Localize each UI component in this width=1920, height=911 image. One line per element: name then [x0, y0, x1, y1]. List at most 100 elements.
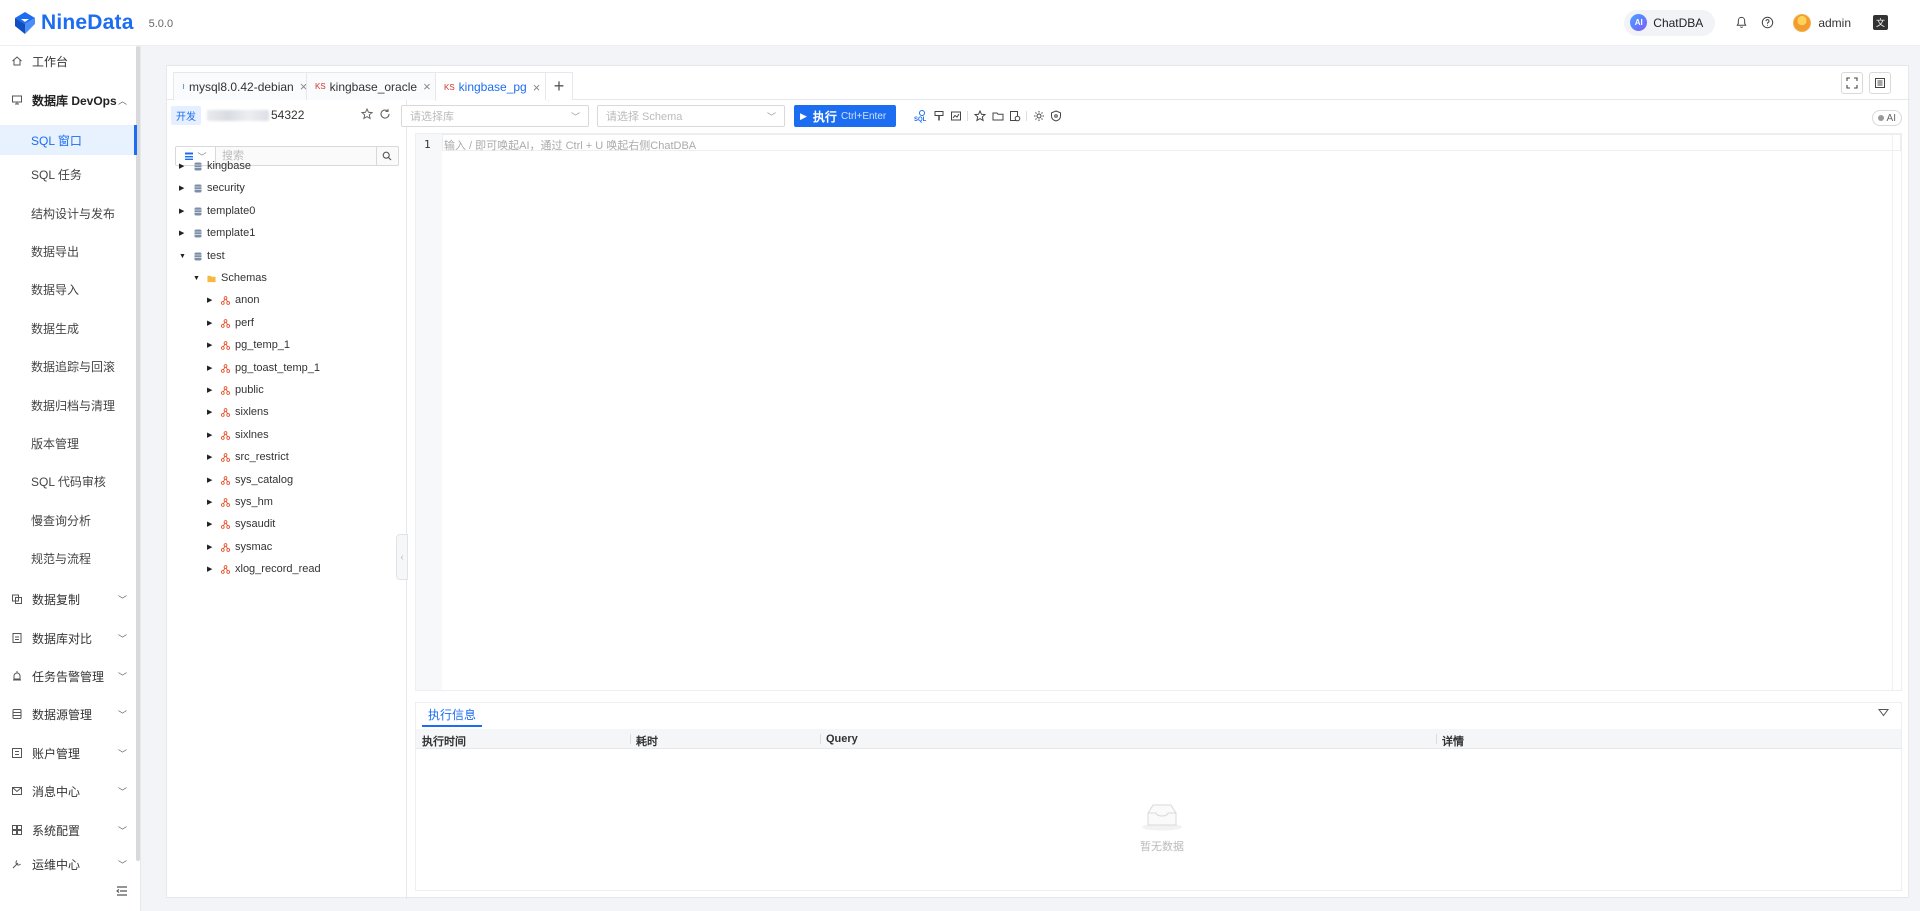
caret-right-icon[interactable]: ▶ [207, 498, 215, 506]
sidebar-subitem-version-mgmt[interactable]: 版本管理 [0, 428, 137, 458]
tree-node-schema[interactable]: ▶ sysaudit [207, 515, 275, 533]
bell-icon[interactable] [1733, 15, 1749, 31]
schema-icon [221, 295, 230, 305]
sidebar-item-replication[interactable]: 数据复制 ﹀ [0, 587, 137, 611]
tree-node-schema[interactable]: ▶ src_restrict [207, 448, 289, 466]
execute-button[interactable]: ▶ 执行 Ctrl+Enter [794, 105, 896, 127]
fullscreen-button[interactable] [1841, 72, 1863, 94]
tree-node-folder[interactable]: ▼ Schemas [193, 269, 267, 287]
add-tab-button[interactable]: + [545, 72, 573, 100]
caret-right-icon[interactable]: ▶ [207, 431, 215, 439]
folder-icon[interactable] [991, 109, 1005, 123]
gear-icon[interactable] [1032, 109, 1046, 123]
tab-execution-info[interactable]: 执行信息 [422, 703, 483, 727]
favorite-icon[interactable] [973, 109, 987, 123]
sidebar-item-datasource[interactable]: 数据源管理 ﹀ [0, 702, 137, 726]
shield-icon[interactable] [1049, 109, 1063, 123]
caret-right-icon[interactable]: ▶ [207, 364, 215, 372]
sidebar-subitem-data-generation[interactable]: 数据生成 [0, 313, 137, 343]
sidebar-subitem-sql-review[interactable]: SQL 代码审核 [0, 466, 137, 496]
tree-node-schema[interactable]: ▶ perf [207, 314, 254, 332]
caret-right-icon[interactable]: ▶ [207, 296, 215, 304]
tree-node-database[interactable]: ▶ kingbase [179, 157, 251, 175]
caret-down-icon[interactable]: ▼ [179, 253, 187, 260]
explain-chart-icon[interactable] [949, 109, 963, 123]
caret-right-icon[interactable]: ▶ [179, 229, 187, 237]
sidebar-item-ops-center[interactable]: 运维中心 ﹀ [0, 857, 137, 871]
sidebar-subitem-data-export[interactable]: 数据导出 [0, 236, 137, 266]
sidebar-item-label: 数据库对比 [32, 631, 93, 646]
caret-right-icon[interactable]: ▶ [207, 543, 215, 551]
history-icon[interactable] [1008, 109, 1022, 123]
search-button[interactable] [376, 147, 396, 165]
schema-select[interactable]: 请选择 Schema ﹀ [597, 105, 785, 127]
sidebar-subitem-sql-window[interactable]: SQL 窗口 [0, 125, 137, 155]
caret-right-icon[interactable]: ▶ [207, 386, 215, 394]
sidebar-item-label: 数据复制 [32, 592, 81, 607]
language-switch-icon[interactable]: 文 [1873, 15, 1888, 30]
tree-node-schema[interactable]: ▶ anon [207, 291, 259, 309]
close-icon[interactable]: × [423, 79, 431, 94]
sidebar-subitem-slow-query[interactable]: 慢查询分析 [0, 505, 137, 535]
sidebar-subitem-sql-task[interactable]: SQL 任务 [0, 159, 137, 189]
tab-kingbase-oracle[interactable]: KS kingbase_oracle × [306, 72, 440, 100]
tree-node-schema[interactable]: ▶ pg_toast_temp_1 [207, 359, 320, 377]
sidebar-subitem-data-tracking[interactable]: 数据追踪与回滚 [0, 351, 137, 381]
sidebar-subitem-data-import[interactable]: 数据导入 [0, 274, 137, 304]
caret-right-icon[interactable]: ▶ [179, 162, 187, 170]
tree-node-schema[interactable]: ▶ sys_hm [207, 493, 273, 511]
connection-row[interactable]: 开发 54322 [167, 100, 407, 130]
caret-right-icon[interactable]: ▶ [207, 476, 215, 484]
app-logo[interactable]: NineData [12, 10, 134, 36]
sidebar-subitem-standards[interactable]: 规范与流程 [0, 543, 137, 573]
tree-node-schema[interactable]: ▶ pg_temp_1 [207, 336, 290, 354]
sidebar-subitem-schema-design[interactable]: 结构设计与发布 [0, 198, 137, 228]
editor-scrollbar[interactable] [1892, 134, 1901, 690]
caret-right-icon[interactable]: ▶ [179, 184, 187, 192]
sql-editor[interactable]: 1 输入 / 即可唤起AI，通过 Ctrl + U 唤起右侧ChatDBA [415, 133, 1902, 691]
tree-node-schema[interactable]: ▶ sys_catalog [207, 471, 293, 489]
sidebar-item-workbench[interactable]: 工作台 [0, 49, 137, 73]
tree-node-database[interactable]: ▶ template0 [179, 202, 255, 220]
help-icon[interactable] [1759, 15, 1775, 31]
sidebar-item-system-config[interactable]: 系统配置 ﹀ [0, 818, 137, 842]
sidebar-item-messages[interactable]: 消息中心 ﹀ [0, 779, 137, 803]
caret-right-icon[interactable]: ▶ [179, 207, 187, 215]
refresh-icon[interactable] [379, 108, 391, 123]
sidebar-item-alerts[interactable]: 任务告警管理 ﹀ [0, 664, 137, 688]
panel-toggle-button[interactable] [1869, 72, 1891, 94]
ai-toggle-switch[interactable]: AI [1871, 110, 1902, 126]
tab-kingbase-pg[interactable]: KS kingbase_pg × [435, 72, 550, 101]
sidebar-item-devops[interactable]: 数据库 DevOps ︿ [0, 88, 137, 112]
star-icon[interactable] [360, 107, 374, 123]
caret-right-icon[interactable]: ▶ [207, 341, 215, 349]
tree-node-schema[interactable]: ▶ sysmac [207, 538, 272, 556]
caret-right-icon[interactable]: ▶ [207, 319, 215, 327]
tree-node-schema[interactable]: ▶ public [207, 381, 264, 399]
database-select[interactable]: 请选择库 ﹀ [401, 105, 589, 127]
sidebar-subitem-data-archive[interactable]: 数据归档与清理 [0, 390, 137, 420]
user-menu[interactable]: admin [1793, 13, 1851, 32]
caret-right-icon[interactable]: ▶ [207, 520, 215, 528]
tab-mysql[interactable]: ≀ mysql8.0.42-debian × [173, 72, 317, 100]
tree-node-schema[interactable]: ▶ sixlnes [207, 426, 269, 444]
caret-right-icon[interactable]: ▶ [207, 408, 215, 416]
caret-down-icon[interactable]: ▼ [193, 275, 201, 282]
panel-resize-handle[interactable]: ‹ [396, 534, 408, 580]
sidebar-item-compare[interactable]: 数据库对比 ﹀ [0, 626, 137, 650]
caret-right-icon[interactable]: ▶ [207, 453, 215, 461]
collapse-panel-icon[interactable] [1878, 707, 1889, 721]
tree-node-schema[interactable]: ▶ xlog_record_read [207, 560, 321, 578]
tree-node-database[interactable]: ▼ test [179, 247, 225, 265]
sidebar-item-label: 任务告警管理 [32, 669, 105, 684]
tree-node-database[interactable]: ▶ template1 [179, 224, 255, 242]
chatdba-button[interactable]: AI ChatDBA [1624, 9, 1716, 36]
tree-node-schema[interactable]: ▶ sixlens [207, 403, 269, 421]
sidebar-item-accounts[interactable]: 账户管理 ﹀ [0, 741, 137, 765]
tree-node-database[interactable]: ▶ security [179, 179, 245, 197]
caret-right-icon[interactable]: ▶ [207, 565, 215, 573]
close-icon[interactable]: × [533, 80, 541, 95]
paint-brush-icon[interactable] [932, 109, 946, 123]
collapse-sidebar-icon[interactable] [115, 884, 129, 898]
sql-format-icon[interactable]: SQL [914, 109, 928, 123]
